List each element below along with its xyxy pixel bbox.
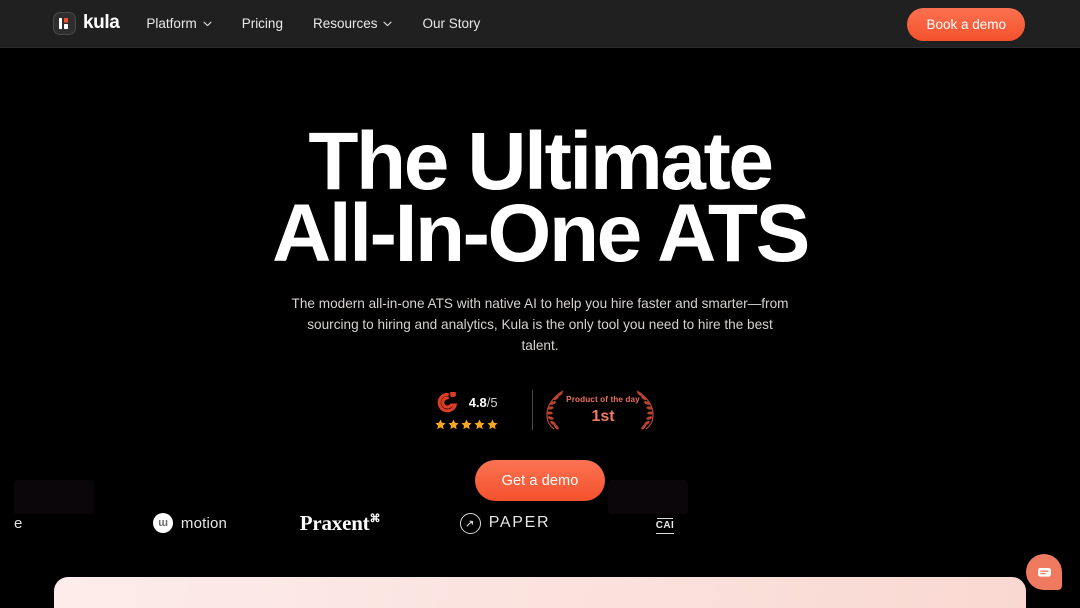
hero-subtitle: The modern all-in-one ATS with native AI… (291, 296, 789, 353)
product-hunt-badge[interactable]: Product of the day 1st (533, 390, 654, 430)
logo-paper-label: PAPER (488, 514, 551, 531)
star-icon (435, 419, 446, 429)
brand-logo-link[interactable]: kula (53, 12, 120, 35)
g2-rating-row: 2 4.8/5 (436, 391, 498, 414)
primary-nav: Platform Pricing Resources Our Story (144, 13, 482, 35)
chevron-down-icon (203, 21, 212, 27)
hero-section: The Ultimate All-In-One ATS The modern a… (0, 48, 1080, 502)
g2-score-denominator: /5 (486, 394, 498, 410)
book-a-demo-button[interactable]: Book a demo (907, 8, 1025, 41)
chat-bubble-icon (1037, 567, 1051, 577)
site-header: kula Platform Pricing Resources Our Stor… (0, 0, 1080, 48)
chat-widget-button[interactable] (1026, 554, 1062, 590)
g2-score: 4.8/5 (469, 396, 498, 409)
kula-logo-icon (53, 12, 76, 35)
star-icon (448, 419, 459, 429)
list-item: PAPER (420, 478, 590, 540)
g2-logo-icon: 2 (437, 391, 457, 413)
product-hunt-rank: 1st (591, 407, 615, 425)
star-icon (487, 419, 498, 429)
logo-motion: ɯ motion (152, 485, 228, 533)
hero-heading-line-2: All-In-One ATS (272, 188, 810, 280)
g2-star-rating (435, 419, 498, 430)
nav-item-our-story[interactable]: Our Story (420, 13, 482, 35)
nav-item-label: Pricing (241, 15, 283, 31)
product-hunt-label: Product of the day (566, 394, 640, 404)
nav-item-label: Platform (146, 15, 197, 31)
list-item: Praxent⌘ (260, 478, 420, 540)
logo-fragment-right-line-2: CAI (655, 520, 675, 534)
list-item: HU CAI (590, 478, 740, 540)
list-item: e (0, 478, 120, 540)
logo-plate (608, 480, 688, 514)
m-badge-icon: ɯ (152, 513, 173, 533)
product-screenshot-panel (54, 577, 1026, 608)
nav-item-resources[interactable]: Resources (311, 13, 395, 35)
nav-item-label: Our Story (422, 15, 481, 31)
logo-plate (14, 480, 94, 514)
list-item: ɯ motion (120, 478, 260, 540)
nav-item-label: Resources (312, 15, 378, 31)
star-icon (474, 419, 485, 429)
laurel-right-icon (636, 390, 654, 430)
star-icon (461, 419, 472, 429)
chevron-down-icon (383, 21, 393, 27)
laurel-left-icon (546, 390, 564, 430)
social-proof-row: 2 4.8/5 Product of the day 1st (0, 390, 1080, 431)
customer-logo-marquee: e ɯ motion Praxent⌘ PAPER HU (0, 478, 1080, 540)
nav-item-platform[interactable]: Platform (144, 13, 213, 35)
paper-ring-icon (459, 512, 481, 534)
hero-heading: The Ultimate All-In-One ATS (0, 120, 1080, 280)
logo-motion-label: motion (180, 514, 228, 532)
g2-rating-badge[interactable]: 2 4.8/5 (435, 391, 532, 430)
g2-score-value: 4.8 (468, 394, 487, 410)
brand-wordmark: kula (83, 12, 120, 33)
logo-paper: PAPER (459, 485, 551, 534)
logo-praxent-suffix: ⌘ (369, 512, 381, 525)
nav-item-pricing[interactable]: Pricing (240, 13, 285, 35)
logo-praxent: Praxent⌘ (300, 483, 381, 536)
marquee-track[interactable]: e ɯ motion Praxent⌘ PAPER HU (0, 478, 740, 540)
logo-praxent-label: Praxent (299, 510, 370, 535)
svg-text:2: 2 (450, 391, 454, 399)
